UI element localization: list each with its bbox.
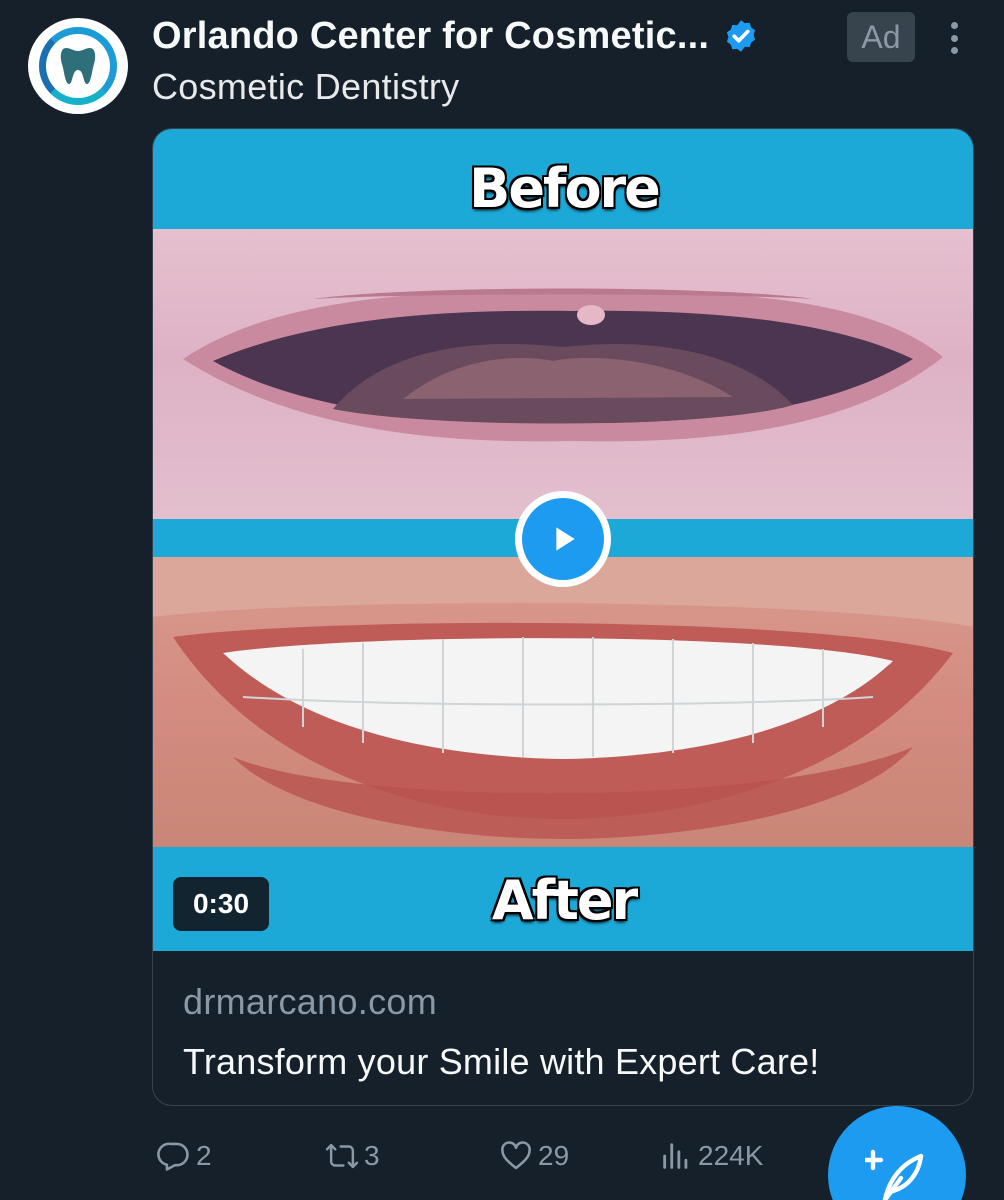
account-category: Cosmetic Dentistry (152, 66, 460, 107)
link-info[interactable]: drmarcano.com Transform your Smile with … (183, 981, 819, 1083)
repost-count: 3 (364, 1140, 380, 1171)
video-duration: 0:30 (173, 877, 269, 931)
link-title: Transform your Smile with Expert Care! (183, 1041, 820, 1082)
views-chart-icon (656, 1136, 696, 1176)
verified-badge-icon (723, 18, 759, 54)
heart-icon (496, 1136, 536, 1176)
avatar[interactable] (28, 18, 128, 114)
video-thumbnail[interactable]: Before After 0:30 (153, 129, 973, 951)
reply-count: 2 (196, 1140, 212, 1171)
before-label: Before (469, 157, 661, 220)
compose-post-button[interactable] (828, 1106, 966, 1200)
ad-badge: Ad (847, 12, 915, 62)
like-count: 29 (538, 1140, 570, 1171)
play-button[interactable] (515, 491, 611, 587)
repost-icon (322, 1136, 362, 1176)
display-name[interactable]: Orlando Center for Cosmetic... (152, 15, 709, 58)
post-header: Orlando Center for Cosmetic... Cosmetic … (152, 10, 759, 108)
compose-feather-icon (862, 1144, 929, 1200)
reply-icon (154, 1136, 194, 1176)
more-options-icon[interactable] (940, 16, 968, 60)
tooth-logo-icon (39, 27, 117, 105)
reply-button[interactable]: 2 (154, 1132, 212, 1180)
after-photo (153, 557, 973, 847)
view-count: 224K (698, 1140, 764, 1171)
link-card[interactable]: Before After 0:30 drmarcano.com Transfor… (152, 128, 974, 1106)
repost-button[interactable]: 3 (322, 1132, 380, 1180)
before-photo (153, 229, 973, 519)
play-icon (522, 498, 604, 580)
after-label: After (491, 869, 638, 932)
like-button[interactable]: 29 (496, 1132, 569, 1180)
link-domain: drmarcano.com (183, 981, 437, 1022)
views-button[interactable]: 224K (656, 1132, 763, 1180)
